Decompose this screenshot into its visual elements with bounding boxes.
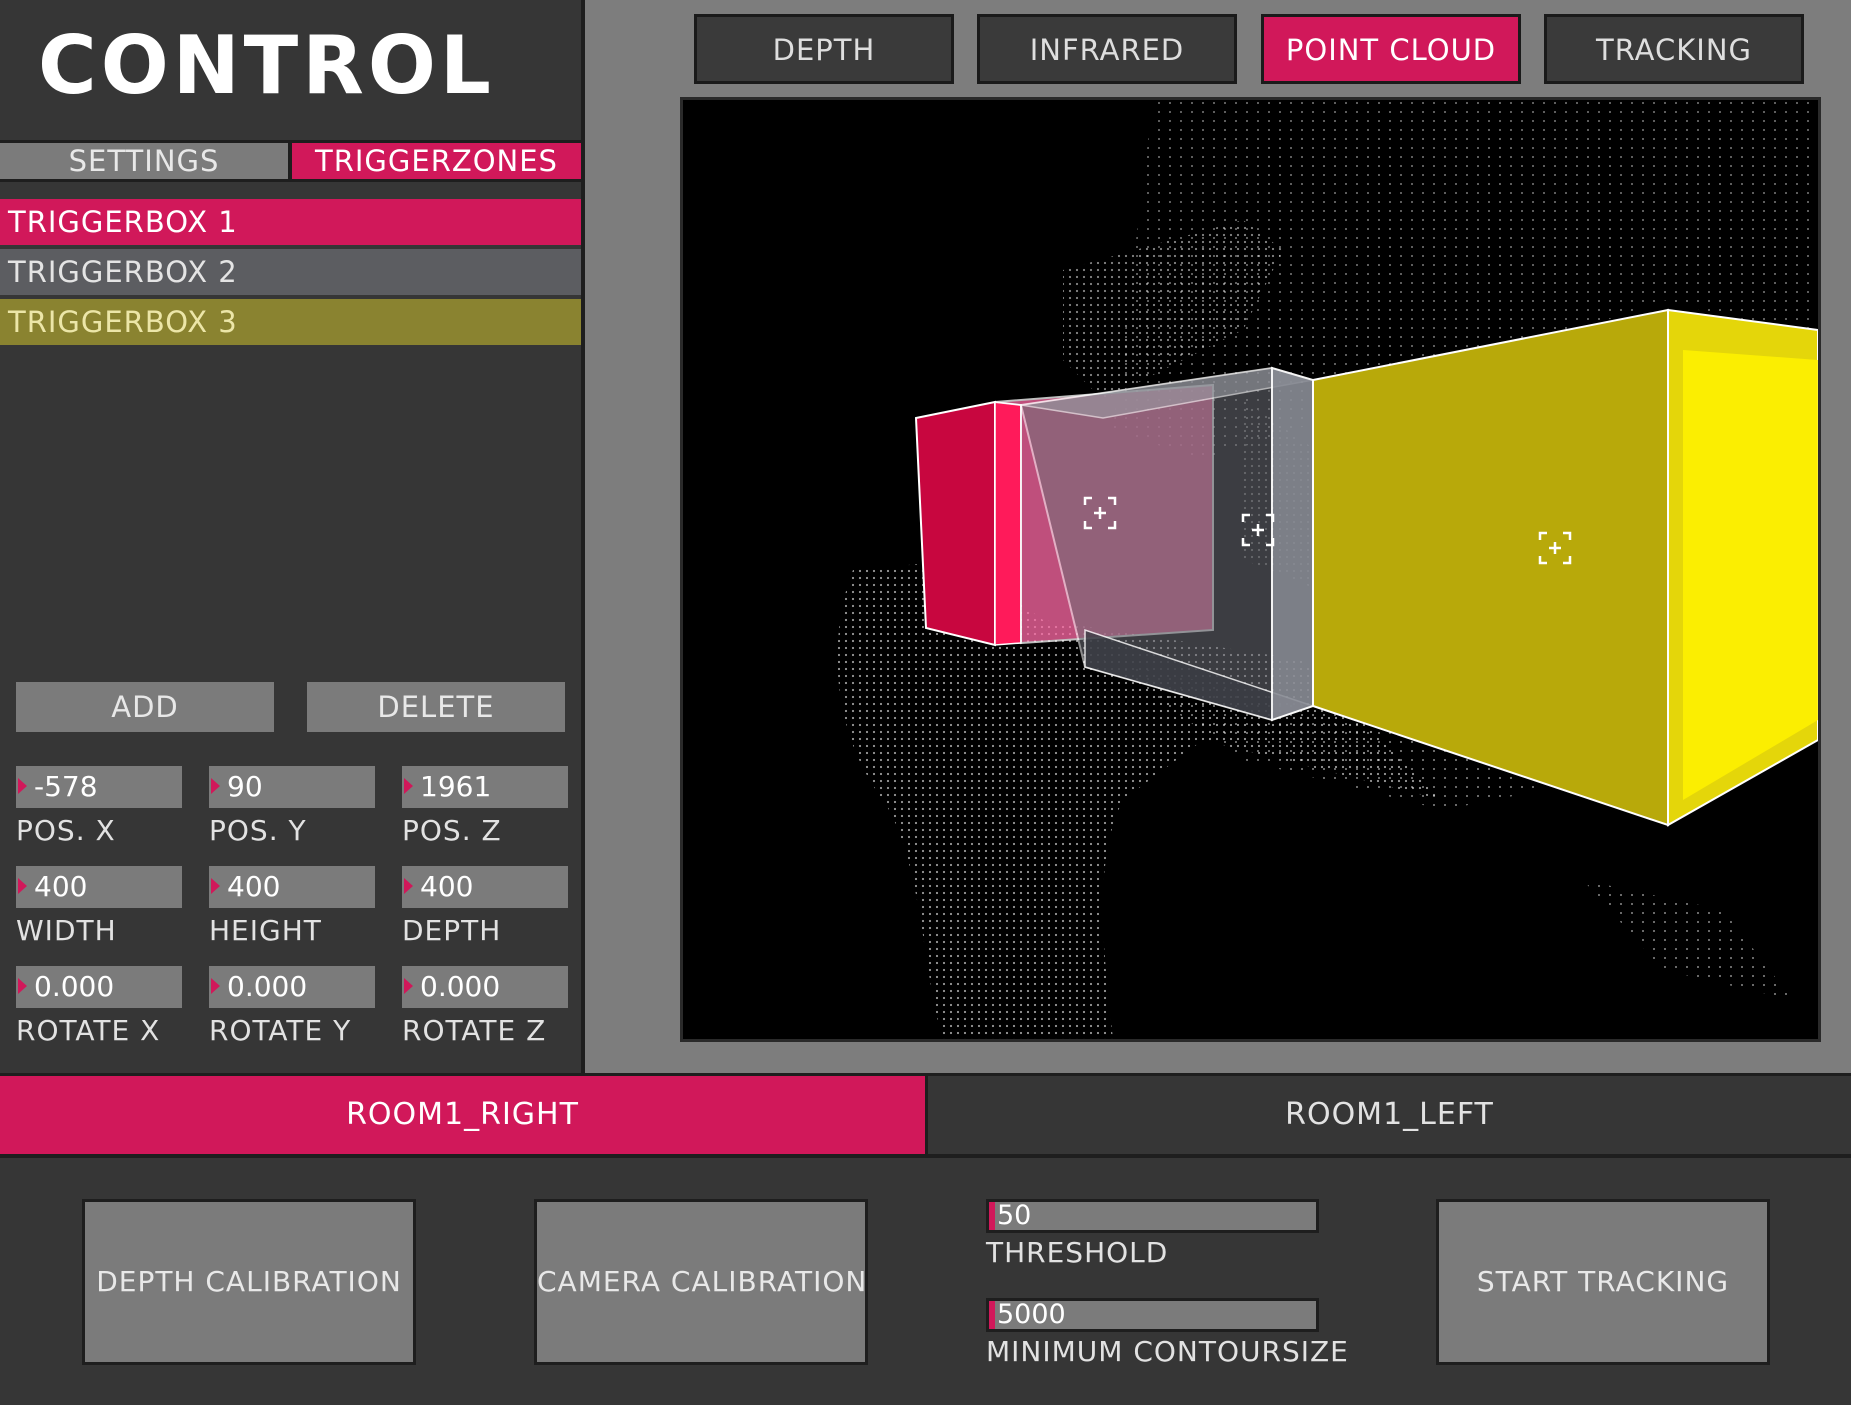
- tab-depth[interactable]: DEPTH: [694, 14, 954, 84]
- tab-point-cloud[interactable]: POINT CLOUD: [1261, 14, 1521, 84]
- rotate-y-label: ROTATE Y: [209, 1014, 352, 1047]
- rotate-x-field[interactable]: 0.000: [16, 966, 182, 1008]
- rotate-z-label: ROTATE Z: [402, 1014, 547, 1047]
- delete-button[interactable]: DELETE: [307, 682, 565, 732]
- pos-x-field[interactable]: -578: [16, 766, 182, 808]
- tab-room1-right[interactable]: ROOM1_RIGHT: [0, 1076, 925, 1154]
- tab-tracking[interactable]: TRACKING: [1544, 14, 1804, 84]
- rotate-z-field[interactable]: 0.000: [402, 966, 568, 1008]
- triggerbox-item[interactable]: TRIGGERBOX 1: [0, 199, 581, 245]
- value-marker-icon: [404, 878, 413, 894]
- triggerbox-item[interactable]: TRIGGERBOX 2: [0, 249, 581, 295]
- pos-x-label: POS. X: [16, 814, 116, 847]
- threshold-slider[interactable]: 50: [986, 1199, 1319, 1233]
- value-marker-icon: [404, 778, 413, 794]
- min-contour-slider[interactable]: 5000: [986, 1298, 1319, 1332]
- panel-tabs: SETTINGS TRIGGERZONES: [0, 140, 581, 182]
- min-contour-label: MINIMUM CONTOURSIZE: [986, 1335, 1349, 1368]
- value-marker-icon: [211, 978, 220, 994]
- pos-z-label: POS. Z: [402, 814, 502, 847]
- width-field[interactable]: 400: [16, 866, 182, 908]
- app-title: CONTROL: [38, 19, 495, 112]
- value-marker-icon: [18, 878, 27, 894]
- camera-calibration-button[interactable]: CAMERA CALIBRATION: [534, 1199, 868, 1365]
- height-label: HEIGHT: [209, 914, 322, 947]
- depth-calibration-button[interactable]: DEPTH CALIBRATION: [82, 1199, 416, 1365]
- pos-z-field[interactable]: 1961: [402, 766, 568, 808]
- depth-field[interactable]: 400: [402, 866, 568, 908]
- value-marker-icon: [211, 878, 220, 894]
- point-cloud-scene: [837, 100, 1818, 1039]
- value-marker-icon: [18, 778, 27, 794]
- room-tabs: ROOM1_RIGHT ROOM1_LEFT: [0, 1073, 1851, 1158]
- tab-room1-left[interactable]: ROOM1_LEFT: [928, 1076, 1851, 1154]
- start-tracking-button[interactable]: START TRACKING: [1436, 1199, 1770, 1365]
- depth-label: DEPTH: [402, 914, 502, 947]
- value-marker-icon: [404, 978, 413, 994]
- rotate-y-field[interactable]: 0.000: [209, 966, 375, 1008]
- threshold-label: THRESHOLD: [986, 1236, 1169, 1269]
- tab-infrared[interactable]: INFRARED: [977, 14, 1237, 84]
- value-marker-icon: [18, 978, 27, 994]
- add-button[interactable]: ADD: [16, 682, 274, 732]
- height-field[interactable]: 400: [209, 866, 375, 908]
- point-cloud-viewport[interactable]: [680, 97, 1821, 1042]
- tab-triggerzones[interactable]: TRIGGERZONES: [292, 143, 581, 179]
- rotate-x-label: ROTATE X: [16, 1014, 161, 1047]
- pos-y-field[interactable]: 90: [209, 766, 375, 808]
- width-label: WIDTH: [16, 914, 117, 947]
- slider-fill: [989, 1202, 995, 1230]
- value-marker-icon: [211, 778, 220, 794]
- tab-settings[interactable]: SETTINGS: [0, 143, 288, 179]
- slider-fill: [989, 1301, 995, 1329]
- pos-y-label: POS. Y: [209, 814, 307, 847]
- triggerbox-item[interactable]: TRIGGERBOX 3: [0, 299, 581, 345]
